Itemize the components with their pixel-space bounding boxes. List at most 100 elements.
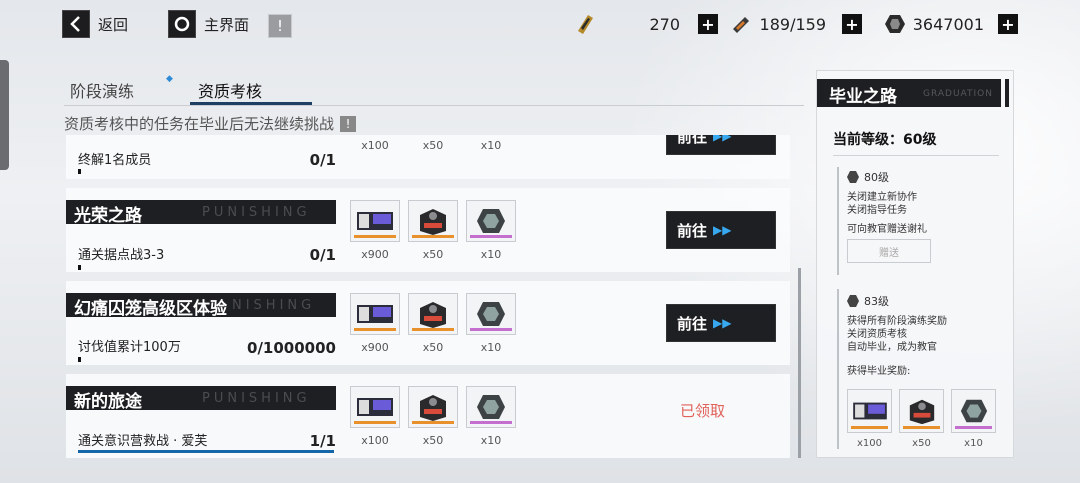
reward-item[interactable]: x50: [899, 389, 944, 449]
divider: [833, 155, 999, 156]
double-arrow-icon: ▶▶: [713, 135, 732, 143]
add-ticket-button[interactable]: +: [698, 14, 718, 34]
reward-qty: x50: [912, 438, 931, 449]
reward-item[interactable]: x50: [408, 135, 458, 152]
gift-button[interactable]: 赠送: [847, 239, 931, 263]
panel-title: 毕业之路: [829, 87, 897, 107]
reward-item[interactable]: x10: [466, 135, 516, 152]
reward-item[interactable]: x100: [350, 135, 400, 152]
reward-qty: x10: [480, 434, 502, 447]
task-progress: 0/1000000: [247, 339, 336, 357]
reward-qty: x10: [964, 438, 983, 449]
reward-item[interactable]: x10: [466, 386, 516, 447]
milestone-83: 83级: [847, 293, 889, 309]
reward-item[interactable]: x900: [350, 293, 400, 354]
task-title-bar: 幻痛囚笼高级区体验 NISHING: [66, 293, 336, 319]
crystal-icon: [466, 386, 516, 428]
go-label: 前往: [677, 221, 708, 240]
task-progress: 1/1: [309, 432, 336, 450]
coin-icon: [884, 13, 906, 35]
double-arrow-icon: ▶▶: [713, 316, 732, 330]
timeline-line: [837, 289, 839, 449]
reward-qty: x100: [856, 438, 882, 449]
go-label: 前往: [677, 135, 708, 146]
back-label: 返回: [98, 15, 129, 34]
graduation-panel: 毕业之路 GRADUATION 当前等级：60级 80级 关闭建立新协作 关闭指…: [816, 70, 1014, 458]
active-tab-indicator: [190, 102, 312, 105]
milestone-label: 83级: [864, 295, 889, 308]
add-coin-button[interactable]: +: [998, 14, 1018, 34]
task-card: 终解1名成员 0/1 x100 x50 x10 前往 ▶▶: [66, 135, 790, 179]
tab-bar: 阶段演练 ◆ 资质考核: [64, 74, 804, 106]
task-list-scrollbar[interactable]: [798, 268, 801, 458]
reward-item[interactable]: x50: [408, 200, 458, 261]
hexagon-icon: [847, 171, 859, 183]
back-button[interactable]: 返回: [62, 10, 128, 38]
go-button[interactable]: 前往 ▶▶: [666, 304, 776, 342]
tab-stage-drill[interactable]: 阶段演练: [70, 78, 134, 102]
reward-list: x100 x50 x10: [350, 386, 516, 447]
milestone-line: 获得所有阶段演练奖励: [847, 316, 947, 327]
reward-item[interactable]: x10: [466, 200, 516, 261]
task-progress: 0/1: [309, 246, 336, 264]
task-list[interactable]: 终解1名成员 0/1 x100 x50 x10 前往 ▶▶ 光荣之路 PUNISH…: [66, 135, 800, 460]
reward-item[interactable]: x100: [350, 386, 400, 447]
reward-item[interactable]: x900: [350, 200, 400, 261]
gift-desc: 可向教官赠送谢礼: [847, 224, 927, 235]
reward-qty: x900: [361, 341, 389, 354]
side-drawer-handle[interactable]: [0, 60, 9, 170]
title-watermark: NISHING: [232, 298, 316, 313]
reward-item[interactable]: x50: [408, 386, 458, 447]
reward-item[interactable]: x50: [408, 293, 458, 354]
notice-text: 资质考核中的任务在毕业后无法继续挑战 !: [64, 113, 357, 134]
task-title-bar: 新的旅途 PUNISHING: [66, 386, 336, 412]
reward-qty: x900: [361, 248, 389, 261]
reward-qty: x50: [422, 139, 444, 152]
go-button[interactable]: 前往 ▶▶: [666, 135, 776, 155]
reward-item[interactable]: x10: [951, 389, 996, 449]
hexagon-icon: [847, 295, 859, 307]
timeline-line: [837, 167, 839, 275]
header-accent: [1005, 79, 1009, 107]
resource-battery-value: 189/159: [759, 14, 826, 34]
tab-qualification[interactable]: 资质考核: [198, 78, 262, 102]
progress-fill: [78, 450, 334, 453]
resource-coin-value: 3647001: [912, 14, 984, 34]
reward-qty: x10: [480, 341, 502, 354]
info-button[interactable]: !: [268, 12, 292, 40]
battery-icon: [730, 13, 752, 35]
resource-battery: 189/159 +: [730, 12, 862, 36]
task-card: 新的旅途 PUNISHING 通关意识营救战 · 爱芙 1/1 x100 x50…: [66, 374, 790, 458]
home-button[interactable]: 主界面: [168, 10, 249, 38]
reward-title: 获得毕业奖励:: [847, 366, 911, 377]
task-title: 新的旅途: [74, 392, 142, 412]
notice-label: 资质考核中的任务在毕业后无法继续挑战: [64, 115, 335, 133]
resource-coin: 3647001 +: [884, 12, 1018, 36]
reward-item[interactable]: x10: [466, 293, 516, 354]
reward-qty: x100: [361, 139, 389, 152]
milestone-line: 自动毕业，成为教官: [847, 342, 937, 353]
add-battery-button[interactable]: +: [842, 14, 862, 34]
milestone-line: 关闭资质考核: [847, 329, 907, 340]
crystal-icon: [951, 389, 996, 433]
double-arrow-icon: ▶▶: [713, 223, 732, 237]
task-card: 光荣之路 PUNISHING 通关据点战3-3 0/1 x900 x50 x10…: [66, 188, 790, 272]
task-title: 光荣之路: [74, 206, 142, 226]
supply-card-icon: [350, 386, 400, 428]
milestone-line: 关闭指导任务: [847, 205, 907, 216]
reward-qty: x10: [480, 139, 502, 152]
supply-box-icon: [408, 293, 458, 335]
progress-bar: [78, 265, 81, 270]
task-desc: 讨伐值累计100万: [78, 340, 181, 355]
task-title-bar: 光荣之路 PUNISHING: [66, 200, 336, 226]
go-button[interactable]: 前往 ▶▶: [666, 211, 776, 249]
reward-item[interactable]: x100: [847, 389, 892, 449]
milestone-80: 80级: [847, 169, 889, 185]
milestone-line: 关闭建立新协作: [847, 192, 917, 203]
claimed-status: 已领取: [680, 402, 726, 420]
progress-bar: [78, 450, 334, 453]
circle-icon: [168, 10, 196, 38]
notification-dot-icon: ◆: [166, 74, 173, 84]
reward-list: x900 x50 x10: [350, 293, 516, 354]
task-desc: 通关据点战3-3: [78, 248, 165, 263]
